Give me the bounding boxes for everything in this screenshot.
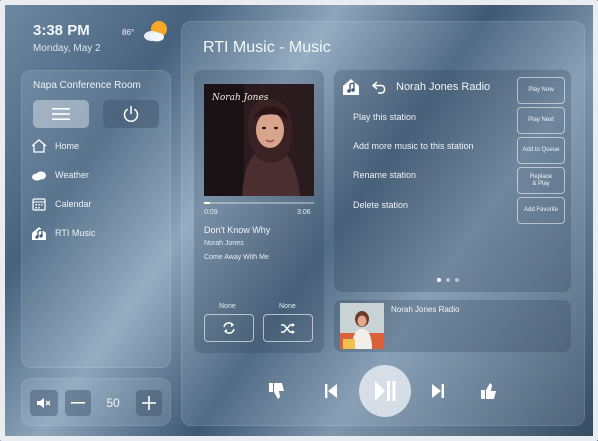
shuffle-icon bbox=[281, 322, 295, 334]
power-icon bbox=[123, 105, 139, 123]
sidebar-item-label: Home bbox=[55, 141, 80, 151]
play-pause-icon bbox=[375, 381, 396, 401]
sidebar-item-weather[interactable]: Weather bbox=[31, 168, 89, 182]
home-icon bbox=[31, 139, 47, 153]
repeat-button[interactable] bbox=[204, 314, 254, 342]
play-now-button[interactable]: Play Now bbox=[517, 77, 565, 104]
temperature: 86° bbox=[122, 28, 135, 37]
sidebar-item-label: Calendar bbox=[55, 199, 92, 209]
sidebar-item-calendar[interactable]: Calendar bbox=[31, 197, 92, 211]
page-indicator bbox=[437, 278, 459, 282]
rti-music-icon bbox=[31, 226, 47, 240]
menu-button[interactable] bbox=[33, 100, 89, 128]
calendar-icon bbox=[31, 197, 47, 211]
sidebar-item-label: Weather bbox=[55, 170, 89, 180]
skip-back-icon bbox=[325, 384, 337, 398]
option-delete-station[interactable]: Delete station bbox=[353, 200, 408, 210]
option-add-music[interactable]: Add more music to this station bbox=[353, 141, 474, 151]
mute-icon bbox=[37, 398, 51, 408]
volume-up-button[interactable] bbox=[136, 390, 162, 416]
volume-down-button[interactable] bbox=[65, 390, 91, 416]
plus-icon bbox=[142, 396, 156, 410]
back-button[interactable] bbox=[371, 80, 388, 94]
sidebar-item-label: RTI Music bbox=[55, 228, 96, 238]
progress-bar[interactable] bbox=[204, 202, 314, 204]
previous-track-button[interactable] bbox=[322, 381, 340, 401]
partly-sunny-icon bbox=[142, 19, 170, 43]
thumbs-down-icon bbox=[269, 383, 284, 399]
progress-fill bbox=[204, 202, 210, 204]
option-play-station[interactable]: Play this station bbox=[353, 112, 416, 122]
song-title: Don't Know Why bbox=[204, 225, 271, 235]
minus-icon bbox=[71, 402, 85, 404]
queue-thumbnail bbox=[340, 303, 384, 349]
page-title: RTI Music - Music bbox=[203, 39, 331, 56]
thumbs-down-button[interactable] bbox=[266, 379, 288, 403]
clock-date: Monday, May 2 bbox=[33, 43, 101, 54]
add-favorite-button[interactable]: Add Favorite bbox=[517, 197, 565, 224]
album-name: Come Away With Me bbox=[204, 254, 269, 261]
repeat-icon bbox=[223, 322, 235, 334]
sidebar-item-rti-music[interactable]: RTI Music bbox=[31, 226, 95, 240]
sidebar-item-home[interactable]: Home bbox=[31, 139, 79, 153]
cloud-icon bbox=[31, 168, 47, 182]
add-to-queue-button[interactable]: Add to Queue bbox=[517, 137, 565, 164]
next-track-button[interactable] bbox=[429, 381, 447, 401]
page-dot[interactable] bbox=[437, 278, 441, 282]
play-pause-button[interactable] bbox=[359, 365, 411, 417]
back-arrow-icon bbox=[371, 81, 386, 94]
album-art: Norah Jones bbox=[204, 84, 314, 196]
mute-button[interactable] bbox=[30, 390, 58, 416]
page-dot[interactable] bbox=[446, 278, 450, 282]
rti-music-icon bbox=[342, 78, 360, 96]
artist-name: Norah Jones bbox=[204, 240, 244, 247]
shuffle-mode-label: None bbox=[279, 303, 296, 310]
album-art-text: Norah Jones bbox=[211, 93, 269, 103]
repeat-mode-label: None bbox=[219, 303, 236, 310]
skip-forward-icon bbox=[432, 384, 444, 398]
station-title: Norah Jones Radio bbox=[396, 81, 491, 93]
thumbs-up-button[interactable] bbox=[478, 379, 500, 403]
total-time: 3:06 bbox=[297, 209, 311, 216]
power-button[interactable] bbox=[103, 100, 159, 128]
page-dot[interactable] bbox=[455, 278, 459, 282]
clock-time: 3:38 PM bbox=[33, 22, 90, 39]
option-rename-station[interactable]: Rename station bbox=[353, 170, 416, 180]
elapsed-time: 0:09 bbox=[204, 209, 218, 216]
queue-station-title: Norah Jones Radio bbox=[391, 305, 460, 314]
replace-and-play-button[interactable]: Replace & Play bbox=[517, 167, 565, 194]
shuffle-button[interactable] bbox=[263, 314, 313, 342]
thumbs-up-icon bbox=[481, 383, 496, 399]
volume-level: 50 bbox=[106, 396, 120, 410]
play-next-button[interactable]: Play Next bbox=[517, 107, 565, 134]
hamburger-icon bbox=[52, 108, 70, 120]
room-name: Napa Conference Room bbox=[33, 80, 141, 91]
